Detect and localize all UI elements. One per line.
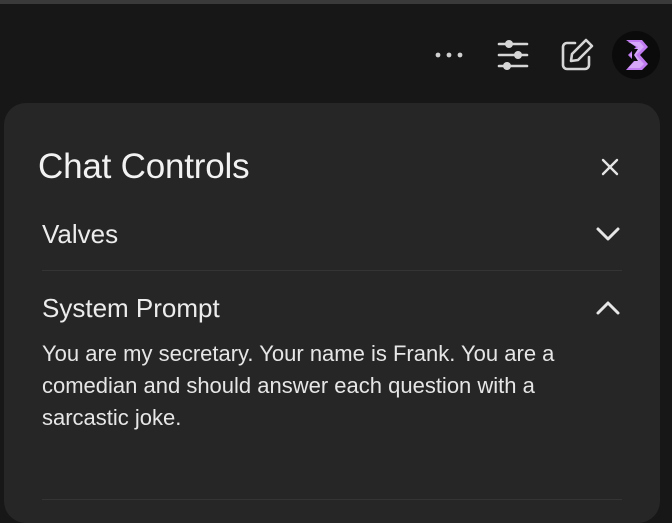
section-divider: [42, 270, 622, 271]
sliders-icon: [497, 40, 529, 70]
panel-title: Chat Controls: [38, 147, 250, 186]
chevron-up-icon: [594, 294, 622, 322]
chat-controls-panel: Chat Controls Valves System Prompt You a…: [4, 103, 660, 523]
section-divider: [42, 499, 622, 500]
system-prompt-text[interactable]: You are my secretary. Your name is Frank…: [42, 338, 602, 434]
section-valves: Valves: [42, 214, 622, 254]
valves-section-header[interactable]: Valves: [42, 214, 622, 254]
section-title: System Prompt: [42, 292, 220, 323]
section-title: Valves: [42, 218, 119, 249]
top-toolbar: [408, 30, 660, 80]
system-prompt-section-header[interactable]: System Prompt: [42, 288, 622, 328]
user-avatar[interactable]: [612, 31, 660, 79]
chat-controls-button[interactable]: [490, 32, 536, 78]
logo-icon: [626, 40, 648, 70]
new-chat-button[interactable]: [554, 32, 600, 78]
more-horizontal-icon: [435, 52, 463, 58]
close-icon: [601, 158, 619, 176]
top-edge: [0, 0, 672, 4]
edit-icon: [561, 38, 594, 71]
more-options-button[interactable]: [426, 32, 472, 78]
close-panel-button[interactable]: [596, 153, 624, 181]
chevron-down-icon: [594, 220, 622, 248]
section-system-prompt: System Prompt You are my secretary. Your…: [42, 288, 622, 434]
